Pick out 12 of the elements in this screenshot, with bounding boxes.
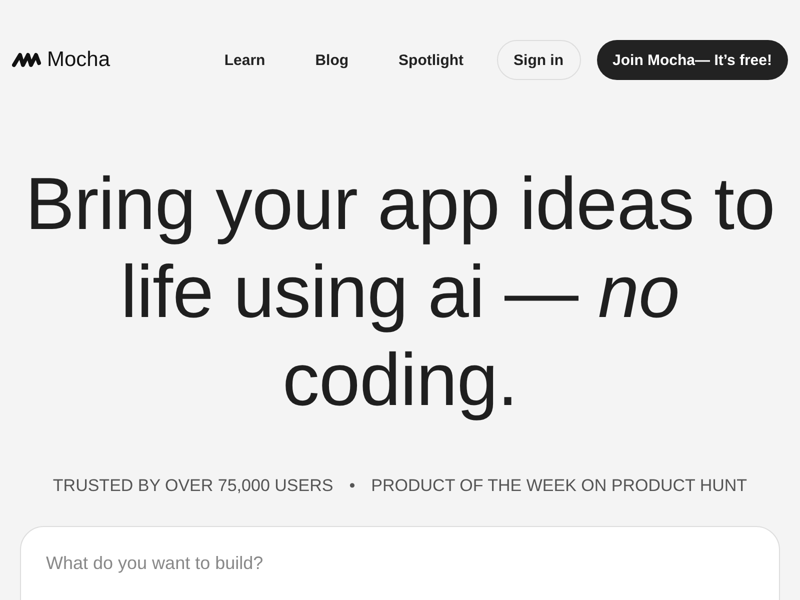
headline: Bring your app ideas to life using ai — no coding. [24,161,776,423]
sign-in-button[interactable]: Sign in [496,40,581,80]
join-button[interactable]: Join Mocha— It’s free! [596,40,788,80]
nav-link[interactable]: Spotlight [374,52,489,68]
logo-icon [12,51,41,69]
trust-label: TRUSTED BY OVER 75,000 USERS [52,476,334,496]
brand-name: Mocha [47,48,110,72]
nav-link[interactable]: Learn [199,52,290,68]
prompt-field[interactable]: What do you want to build? [20,526,780,600]
trust-label: PRODUCT OF THE WEEK ON PRODUCT HUNT [371,476,748,496]
nav-link[interactable]: Blog [290,52,374,68]
separator-dot: • [349,476,356,496]
